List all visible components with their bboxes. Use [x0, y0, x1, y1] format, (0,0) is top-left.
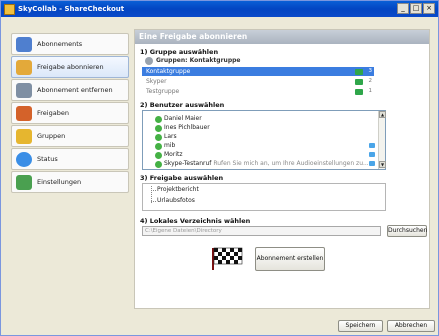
share-item[interactable]: Urlaubsfotos [157, 197, 195, 204]
share-section-title: 3) Freigabe auswählen [140, 174, 224, 182]
online-status-icon [155, 142, 162, 150]
sidebar-item-label: Freigaben [37, 109, 69, 117]
folder-path-input[interactable]: C:\Eigene Dateien\Directory [142, 226, 381, 236]
groups-icon [16, 128, 32, 144]
user-row[interactable]: Ines Pichlbauer [155, 124, 210, 132]
sidebar-item-freigaben[interactable]: Freigaben [11, 102, 129, 124]
group-row[interactable]: Kontaktgruppe 3 [142, 67, 374, 76]
sidebar-item-abonnement-entfernen[interactable]: Abonnement entfernen [11, 79, 129, 101]
group-row-count: 1 [368, 88, 373, 94]
group-row-name: Skyper [146, 78, 167, 85]
group-share-icon [355, 78, 363, 85]
online-status-icon [155, 124, 162, 132]
users-section-title: 2) Benutzer auswählen [140, 101, 225, 109]
user-list-scrollbar[interactable]: ▲ ▼ [378, 111, 386, 169]
create-subscription-button[interactable]: Abonnement erstellen [255, 247, 325, 271]
user-row[interactable]: Daniel Maier [155, 115, 202, 123]
sidebar-item-label: Gruppen [37, 132, 66, 140]
online-status-icon [155, 151, 162, 159]
user-row[interactable]: Moritz [155, 151, 182, 159]
sidebar-item-label: Freigabe abonnieren [37, 63, 104, 71]
tree-connector [151, 190, 156, 191]
online-status-icon [155, 160, 162, 168]
group-row-count: 2 [368, 78, 373, 84]
group-row-count: 3 [368, 68, 373, 74]
user-name: Moritz [164, 151, 183, 158]
close-button[interactable]: × [423, 3, 435, 14]
sidebar-item-freigabe-abonnieren[interactable]: Freigabe abonnieren [11, 56, 129, 78]
save-button[interactable]: Speichern [338, 320, 383, 332]
sidebar-item-label: Status [37, 155, 58, 163]
scroll-up-button[interactable]: ▲ [379, 111, 386, 118]
sidebar-item-abonnements[interactable]: Abonnements [11, 33, 129, 55]
status-icon [16, 151, 32, 167]
group-section-title: 1) Gruppe auswählen [140, 48, 219, 56]
settings-icon [16, 174, 32, 190]
remove-subscription-icon [16, 82, 32, 98]
tree-connector [151, 201, 156, 202]
sidebar-item-einstellungen[interactable]: Einstellungen [11, 171, 129, 193]
subscriptions-icon [16, 36, 32, 52]
user-list: Daniel Maier Ines Pichlbauer Lars mib Mo… [142, 110, 386, 170]
window-title: SkyCollab - ShareCheckout [18, 5, 125, 13]
user-name: Lars [164, 133, 177, 140]
subscribe-share-icon [16, 59, 32, 75]
app-logo-icon [4, 3, 15, 15]
group-filter-icon [145, 57, 153, 65]
chat-icon [369, 161, 375, 166]
group-row[interactable]: Skyper 2 [142, 77, 374, 86]
shares-icon [16, 105, 32, 121]
online-status-icon [155, 133, 162, 141]
user-status-note: Rufen Sie mich an, um Ihre Audioeinstell… [213, 160, 369, 167]
group-row[interactable]: Testgruppe 1 [142, 87, 374, 96]
user-row[interactable]: Lars [155, 133, 177, 141]
title-bar: SkyCollab - ShareCheckout _ □ × [1, 1, 438, 17]
sidebar-item-label: Abonnements [37, 40, 83, 48]
user-name: Skype-Testanruf [164, 160, 212, 167]
group-share-icon [355, 88, 363, 95]
sidebar-item-label: Abonnement entfernen [37, 86, 113, 94]
sidebar-item-label: Einstellungen [37, 178, 82, 186]
share-item[interactable]: Projektbericht [157, 186, 199, 193]
user-row[interactable]: Skype-Testanruf Rufen Sie mich an, um Ih… [155, 160, 373, 168]
subscribe-panel: Eine Freigabe abonnieren 1) Gruppe auswä… [134, 29, 430, 309]
app-window: SkyCollab - ShareCheckout _ □ × Abonneme… [0, 0, 439, 336]
share-tree: Projektbericht Urlaubsfotos [142, 183, 386, 211]
user-row[interactable]: mib [155, 142, 175, 150]
browse-button[interactable]: Durchsuchen [387, 225, 427, 237]
checkered-flag-icon [212, 247, 243, 270]
user-name: Daniel Maier [164, 115, 202, 122]
cancel-button[interactable]: Abbrechen [387, 320, 435, 332]
chat-icon [369, 152, 375, 157]
scroll-down-button[interactable]: ▼ [379, 161, 386, 168]
chat-icon [369, 143, 375, 148]
user-name: mib [164, 142, 176, 149]
sidebar-item-gruppen[interactable]: Gruppen [11, 125, 129, 147]
panel-title: Eine Freigabe abonnieren [135, 30, 429, 44]
group-selector-label[interactable]: Gruppen: Kontaktgruppe [156, 57, 240, 64]
user-name: Ines Pichlbauer [164, 124, 210, 131]
group-row-name: Kontaktgruppe [146, 68, 191, 75]
minimize-button[interactable]: _ [397, 3, 409, 14]
sidebar-item-status[interactable]: Status [11, 148, 129, 170]
folder-section-title: 4) Lokales Verzeichnis wählen [140, 217, 251, 225]
group-row-name: Testgruppe [146, 88, 180, 95]
group-share-icon [355, 68, 363, 75]
maximize-button[interactable]: □ [410, 3, 422, 14]
online-status-icon [155, 115, 162, 123]
